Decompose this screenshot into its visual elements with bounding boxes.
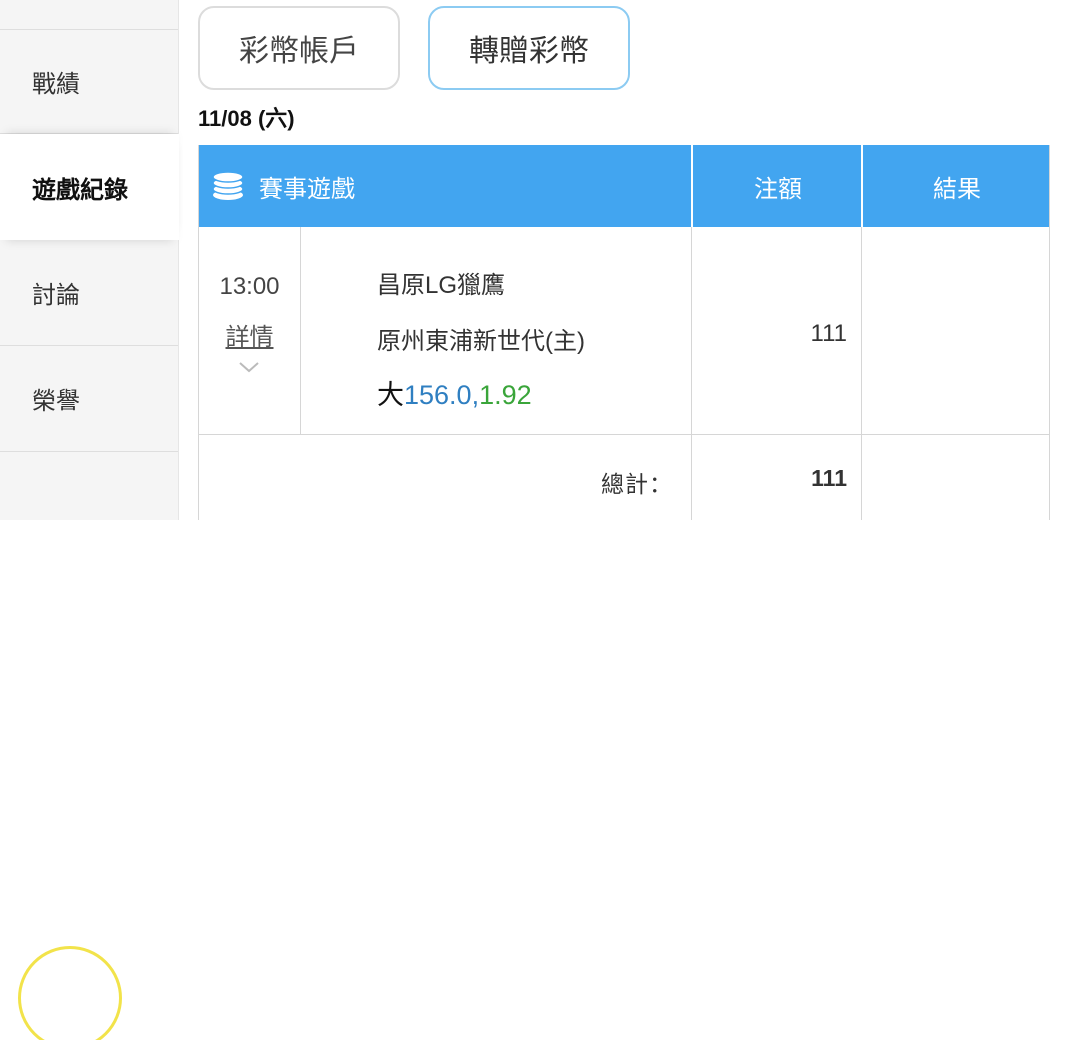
- pick-odds: 1.92: [479, 380, 532, 410]
- column-header-bet: 注額: [691, 145, 863, 227]
- divider: [199, 434, 1049, 435]
- table-row-time-cell: 13:00 詳情: [199, 227, 300, 435]
- total-value: 111: [811, 465, 847, 491]
- column-header-game: 賽事遊戲: [199, 145, 691, 227]
- pick-line: 156.0: [404, 380, 472, 410]
- sidebar-item-extra: [0, 452, 178, 1040]
- pick-label: 大: [377, 380, 404, 410]
- pick-separator: ,: [471, 380, 480, 410]
- chevron-down-icon[interactable]: [237, 359, 261, 375]
- sidebar-item-label: 遊戲紀錄: [32, 176, 128, 204]
- bet-table: 賽事遊戲 注額 結果 13:00 詳情 昌原LG獵鷹 原州東浦新世代(主) 大1…: [198, 145, 1050, 520]
- table-header: 賽事遊戲 注額 結果: [199, 145, 1049, 227]
- tab-label: 彩幣帳戶: [239, 35, 359, 68]
- tab-coin-account[interactable]: 彩幣帳戶: [198, 6, 400, 90]
- sidebar-item-game-history[interactable]: 遊戲紀錄: [0, 134, 179, 240]
- divider: [300, 227, 301, 435]
- coins-icon: [212, 171, 244, 200]
- tab-label: 轉贈彩幣: [469, 35, 589, 68]
- total-label: 總計：: [601, 471, 673, 497]
- home-team: 原州東浦新世代(主): [377, 328, 585, 355]
- sidebar: 戰績 遊戲紀錄 討論 榮譽: [0, 0, 179, 1040]
- bet-amount: 111: [810, 320, 847, 347]
- divider: [861, 227, 862, 520]
- date-label: 11/08 (六): [198, 106, 295, 131]
- tab-transfer-coins[interactable]: 轉贈彩幣: [428, 6, 630, 90]
- sidebar-item-honor[interactable]: 榮譽: [0, 346, 178, 452]
- details-link[interactable]: 詳情: [199, 317, 300, 352]
- away-team: 昌原LG獵鷹: [377, 272, 506, 299]
- column-header-result: 結果: [861, 145, 1051, 227]
- sidebar-item-label: 討論: [32, 282, 80, 309]
- sidebar-top-spacer: [0, 0, 178, 30]
- column-header-label: 賽事遊戲: [259, 175, 355, 203]
- sidebar-item-discussion[interactable]: 討論: [0, 240, 178, 346]
- sidebar-item-label: 榮譽: [32, 388, 80, 415]
- sidebar-item-label: 戰績: [32, 71, 80, 98]
- bet-pick: 大156.0,1.92: [377, 373, 532, 412]
- match-time: 13:00: [219, 273, 280, 300]
- avatar-ring: [18, 946, 122, 1040]
- sidebar-item-record[interactable]: 戰績: [0, 30, 178, 134]
